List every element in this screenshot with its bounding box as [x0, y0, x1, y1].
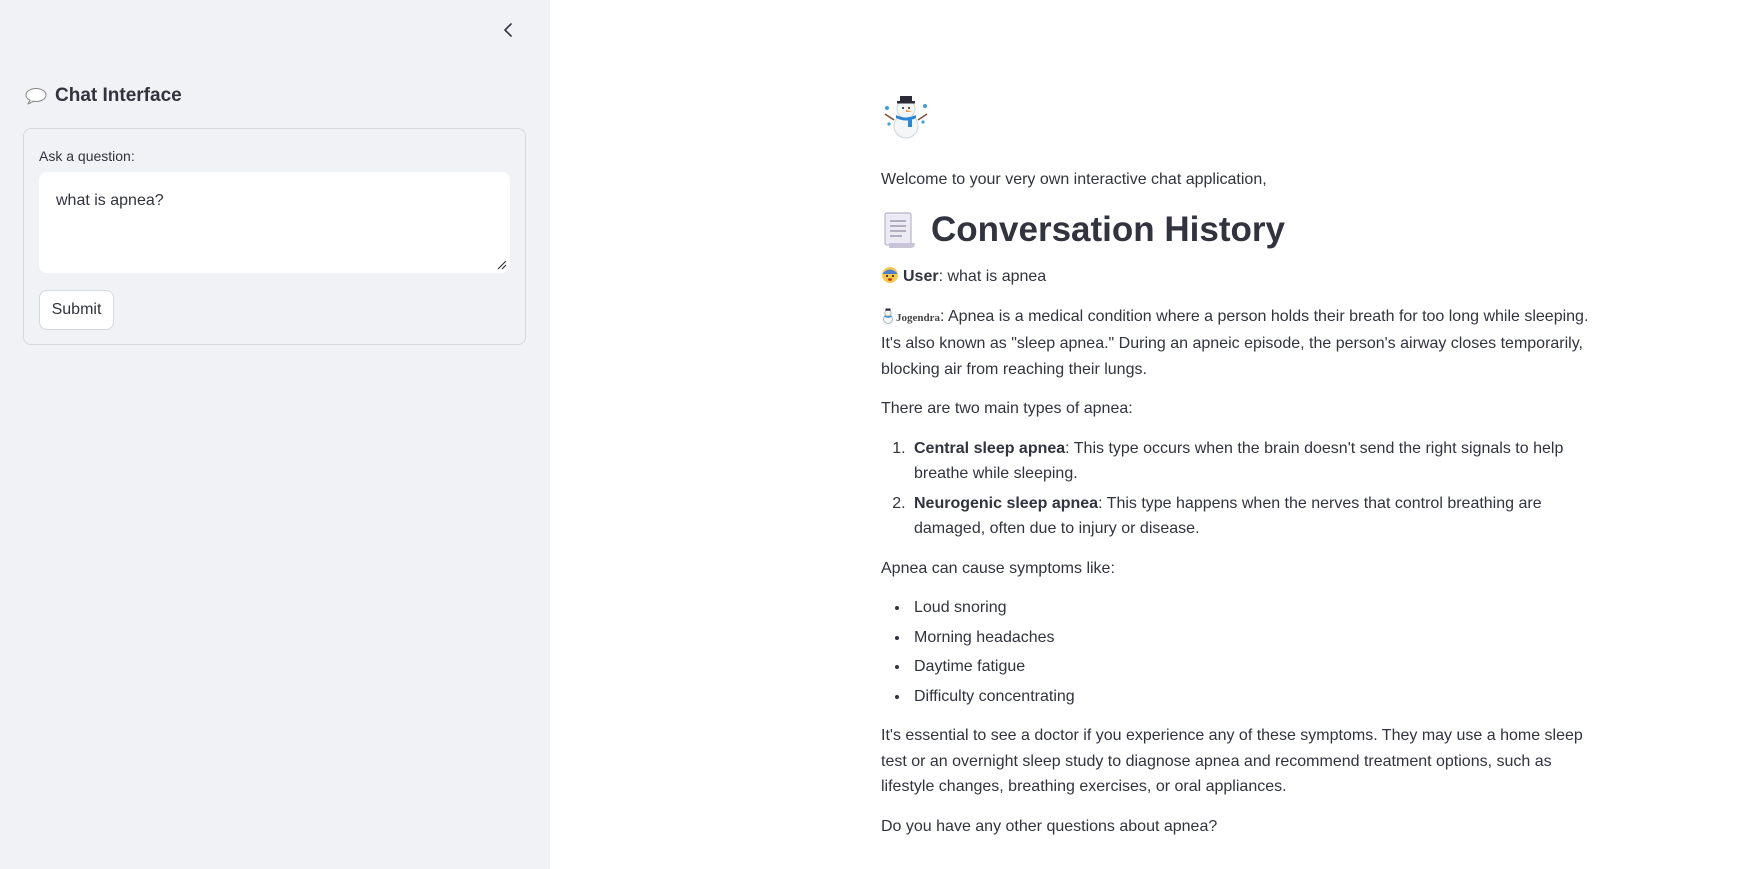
resize-grip-icon[interactable] [497, 260, 507, 270]
list-item: Loud snoring [910, 595, 1591, 621]
advice-text: It's essential to see a doctor if you ex… [881, 727, 1583, 795]
speech-balloon-icon [25, 88, 47, 105]
user-speaker: User [903, 268, 939, 285]
main-content: Welcome to your very own interactive cha… [550, 0, 1759, 869]
bot-message: Jogendra: Apnea is a medical condition w… [881, 304, 1591, 383]
sidebar-title: Chat Interface [25, 85, 182, 107]
sidebar: Chat Interface Ask a question: what is a… [0, 0, 550, 869]
type-name: Neurogenic sleep apnea [914, 494, 1099, 512]
snowman-icon [883, 308, 893, 324]
user-message: User: what is apnea [881, 264, 1591, 290]
welcome-text: Welcome to your very own interactive cha… [881, 170, 1267, 188]
sidebar-title-text: Chat Interface [55, 85, 182, 106]
list-item: Morning headaches [910, 625, 1591, 651]
apnea-types-list: Central sleep apnea: This type occurs wh… [881, 436, 1591, 542]
content-column: Welcome to your very own interactive cha… [881, 90, 1591, 853]
app-root: Chat Interface Ask a question: what is a… [0, 0, 1759, 869]
user-face-icon [882, 267, 898, 283]
closing-question: Do you have any other questions about ap… [881, 817, 1218, 835]
question-label: Ask a question: [39, 148, 135, 164]
chevron-left-icon [504, 23, 512, 37]
list-item: Neurogenic sleep apnea: This type happen… [910, 491, 1591, 542]
conversation-history-heading: Conversation History [881, 206, 1591, 254]
question-input-value: what is apnea? [56, 192, 164, 209]
symptoms-list: Loud snoring Morning headaches Daytime f… [881, 595, 1591, 709]
snowman-icon [884, 96, 928, 139]
list-item: Difficulty concentrating [910, 684, 1591, 710]
question-input[interactable]: what is apnea? [39, 172, 510, 273]
type-name: Central sleep apnea [914, 439, 1066, 457]
list-item: Daytime fatigue [910, 654, 1591, 680]
scroll-icon [884, 212, 915, 248]
user-message-text: what is apnea [947, 268, 1047, 285]
collapse-sidebar-button[interactable] [497, 18, 519, 42]
conversation-history-title: Conversation History [931, 210, 1285, 249]
bot-speaker: Jogendra [896, 311, 940, 324]
question-form: Ask a question: what is apnea? Submit [23, 128, 526, 345]
symptoms-intro: Apnea can cause symptoms like: [881, 559, 1115, 577]
types-intro: There are two main types of apnea: [881, 400, 1133, 417]
list-item: Central sleep apnea: This type occurs wh… [910, 436, 1591, 487]
bot-intro-text: : Apnea is a medical condition where a p… [881, 307, 1589, 378]
submit-button[interactable]: Submit [39, 290, 114, 330]
